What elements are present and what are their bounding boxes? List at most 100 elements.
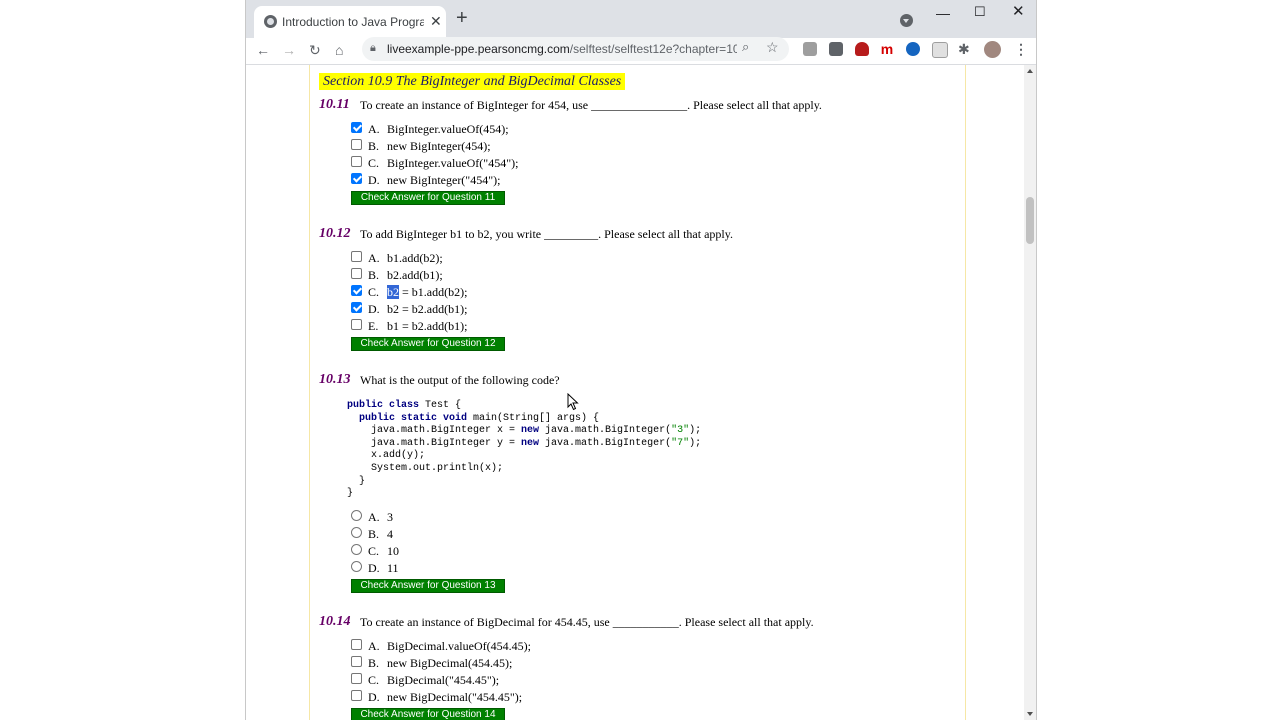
tab-title: Introduction to Java Programming [282,15,424,29]
check-answer-button[interactable]: Check Answer for Question 13 [351,579,505,593]
checkbox[interactable] [351,139,362,150]
question-number: 10.13 [319,372,351,387]
checkbox[interactable] [351,319,362,330]
option-letter: B. [368,139,380,153]
code-text: java.math.BigInteger x = [347,425,522,437]
extension-m-icon[interactable]: m [880,42,894,56]
code-text: java.math.BigInteger y = [347,437,522,449]
code-text: System.out.println(x); [347,462,504,474]
browser-tab[interactable]: Introduction to Java Programming ✕ [254,6,446,38]
code-text: java.math.BigInteger( [539,425,672,437]
checkbox[interactable] [351,251,362,262]
lock-icon[interactable]: 🔒︎ [370,42,376,55]
question-text: To add BigInteger b1 to b2, you write __… [360,227,733,241]
check-answer-button[interactable]: Check Answer for Question 11 [351,191,505,205]
extension-cube-icon[interactable] [803,42,817,56]
zoom-icon[interactable]: ⌕ [742,39,749,55]
new-tab-icon[interactable]: + [456,8,468,28]
option-text: BigDecimal.valueOf(454.45); [387,639,531,653]
back-icon[interactable]: ← [256,40,270,60]
code-text: x.add(y); [347,450,426,462]
code-keyword: public class [347,400,420,411]
option-text: BigInteger.valueOf("454"); [387,156,519,170]
scroll-down-arrow-icon[interactable] [1027,712,1033,716]
checkbox-checked[interactable] [351,173,362,184]
option-letter: A. [368,122,380,136]
option-text: b2 = b1.add(b2); [387,284,467,300]
option-text: new BigDecimal(454.45); [387,656,513,670]
bookmark-star-icon[interactable]: ☆ [766,39,779,56]
tab-strip: Introduction to Java Programming ✕ + — ☐… [246,0,1036,38]
option-letter: D. [368,173,380,187]
code-text: } [347,475,366,487]
section-title: Section 10.9 The BigInteger and BigDecim… [319,73,626,90]
ublock-shield-icon[interactable] [855,42,869,56]
extension-blue-icon[interactable] [906,42,920,56]
code-string: "3" [671,425,690,437]
code-block: public class Test { public static void m… [347,400,701,501]
check-answer-button[interactable]: Check Answer for Question 14 [351,708,505,720]
globe-icon [264,15,277,28]
mouse-cursor-icon [567,393,579,411]
scroll-up-arrow-icon[interactable] [1027,69,1033,73]
tab-search-icon[interactable] [900,14,913,27]
check-answer-button[interactable]: Check Answer for Question 12 [351,337,505,351]
code-text: Test { [419,400,462,411]
minimize-icon[interactable]: — [936,5,950,21]
code-text: ); [689,437,702,449]
checkbox[interactable] [351,690,362,701]
option-letter: B. [368,268,380,282]
radio-button[interactable] [351,561,362,572]
reload-icon[interactable]: ↻ [309,40,321,60]
checkbox-checked[interactable] [351,285,362,296]
url-text[interactable]: liveexample-ppe.pearsoncmg.com/selftest/… [387,42,737,56]
option-text: 11 [387,561,399,575]
code-text: java.math.BigInteger( [539,437,672,449]
radio-button[interactable] [351,510,362,521]
menu-dots-icon[interactable]: ⋮ [1014,39,1028,59]
option-letter: A. [368,510,380,524]
code-text: } [347,488,354,500]
question-text: To create an instance of BigDecimal for … [360,615,814,629]
address-bar[interactable]: 🔒︎ liveexample-ppe.pearsoncmg.com/selfte… [362,37,789,61]
tab-close-icon[interactable]: ✕ [430,12,442,30]
checkbox[interactable] [351,156,362,167]
checkbox[interactable] [351,639,362,650]
url-host: liveexample-ppe.pearsoncmg.com [387,42,570,56]
code-string: "7" [671,437,690,449]
extensions-puzzle-icon[interactable]: ✱ [958,39,970,59]
radio-button[interactable] [351,544,362,555]
option-text: new BigInteger(454); [387,139,491,153]
option-text: 4 [387,527,393,541]
option-text: 3 [387,510,393,524]
option-text: b1.add(b2); [387,251,443,265]
forward-icon[interactable]: → [282,40,296,60]
option-letter: D. [368,690,380,704]
checkbox[interactable] [351,656,362,667]
home-icon[interactable]: ⌂ [335,40,343,60]
question-text: What is the output of the following code… [360,373,560,387]
extension-image-icon[interactable] [932,42,948,58]
extension-grid-icon[interactable] [829,42,843,56]
question-number: 10.14 [319,614,351,629]
option-letter: E. [368,319,379,333]
option-letter: A. [368,251,380,265]
checkbox-checked[interactable] [351,122,362,133]
question-number: 10.12 [319,226,351,241]
profile-avatar[interactable] [984,41,1001,58]
code-keyword: public static void [347,412,468,424]
option-letter: C. [368,544,380,558]
checkbox[interactable] [351,673,362,684]
checkbox-checked[interactable] [351,302,362,313]
radio-button[interactable] [351,527,362,538]
vertical-scrollbar[interactable] [1024,65,1036,720]
selected-text-highlight: b2 [387,285,399,299]
option-letter: C. [368,285,380,299]
checkbox[interactable] [351,268,362,279]
option-text: BigInteger.valueOf(454); [387,122,509,136]
option-letter: B. [368,527,380,541]
option-text: new BigDecimal("454.45"); [387,690,523,704]
maximize-icon[interactable]: ☐ [974,4,986,20]
close-window-icon[interactable]: ✕ [1012,4,1025,20]
scrollbar-thumb[interactable] [1026,197,1034,244]
